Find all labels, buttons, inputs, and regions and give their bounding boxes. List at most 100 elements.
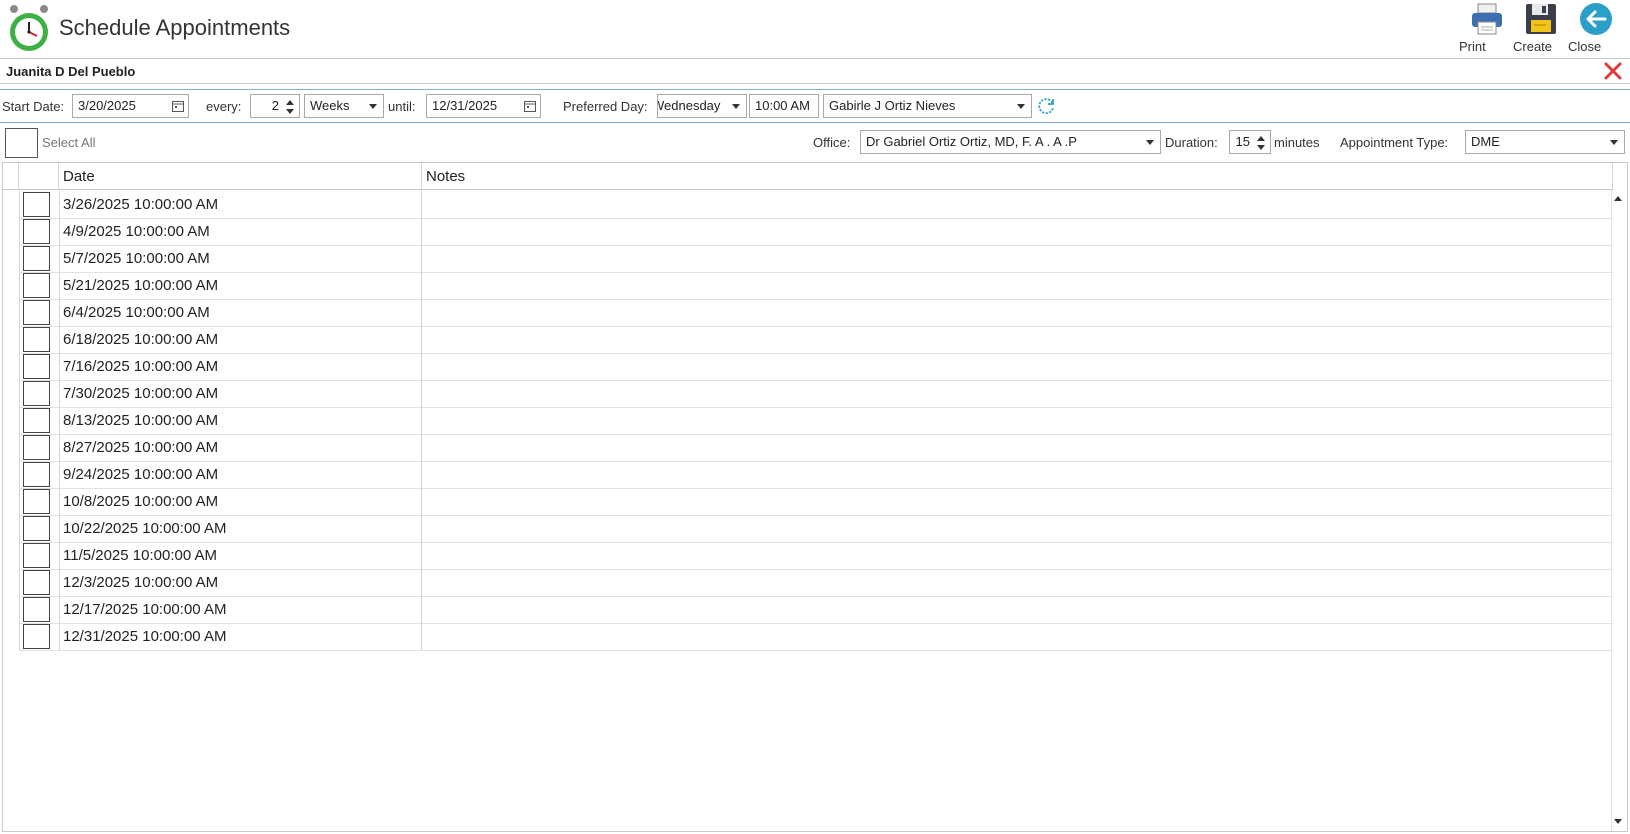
notes-cell[interactable] — [423, 596, 1613, 623]
date-cell: 9/24/2025 10:00:00 AM — [59, 461, 422, 488]
printer-icon — [1472, 3, 1502, 35]
time-field[interactable]: 10:00 AM — [749, 94, 819, 118]
table-row[interactable]: 6/18/2025 10:00:00 AM — [19, 326, 1613, 354]
calendar-icon[interactable] — [172, 100, 184, 112]
row-checkbox[interactable] — [23, 435, 50, 460]
notes-cell[interactable] — [423, 272, 1613, 299]
minutes-label: minutes — [1274, 135, 1320, 150]
separator — [0, 89, 1630, 90]
interval-unit-select[interactable]: Weeks — [304, 94, 384, 118]
table-row[interactable]: 6/4/2025 10:00:00 AM — [19, 299, 1613, 327]
row-checkbox[interactable] — [23, 300, 50, 325]
chevron-down-icon — [1146, 140, 1154, 145]
appointments-grid: Date Notes 3/26/2025 10:00:00 AM 4/9/2025… — [2, 162, 1628, 832]
table-row[interactable]: 8/27/2025 10:00:00 AM — [19, 434, 1613, 462]
notes-cell[interactable] — [423, 380, 1613, 407]
table-row[interactable]: 3/26/2025 10:00:00 AM — [19, 191, 1613, 219]
calendar-icon[interactable] — [524, 100, 536, 112]
vertical-scrollbar[interactable] — [1611, 190, 1627, 831]
date-cell: 12/31/2025 10:00:00 AM — [59, 623, 422, 650]
table-row[interactable]: 5/7/2025 10:00:00 AM — [19, 245, 1613, 273]
notes-cell[interactable] — [423, 542, 1613, 569]
notes-cell[interactable] — [423, 191, 1613, 218]
row-checkbox[interactable] — [23, 489, 50, 514]
notes-cell[interactable] — [423, 434, 1613, 461]
table-row[interactable]: 4/9/2025 10:00:00 AM — [19, 218, 1613, 246]
select-all-label: Select All — [42, 135, 96, 150]
table-row[interactable]: 7/16/2025 10:00:00 AM — [19, 353, 1613, 381]
table-row[interactable]: 12/17/2025 10:00:00 AM — [19, 596, 1613, 624]
notes-cell[interactable] — [423, 461, 1613, 488]
patient-bar: Juanita D Del Pueblo — [0, 58, 1630, 84]
table-row[interactable]: 10/22/2025 10:00:00 AM — [19, 515, 1613, 543]
appointment-type-value: DME — [1471, 134, 1500, 149]
table-row[interactable]: 8/13/2025 10:00:00 AM — [19, 407, 1613, 435]
select-all-checkbox[interactable] — [5, 128, 38, 158]
appointment-type-select[interactable]: DME — [1465, 130, 1625, 154]
office-select[interactable]: Dr Gabriel Ortiz Ortiz, MD, F. A . A .P — [860, 130, 1161, 154]
notes-cell[interactable] — [423, 245, 1613, 272]
notes-cell[interactable] — [423, 515, 1613, 542]
row-checkbox[interactable] — [23, 462, 50, 487]
duration-label: Duration: — [1165, 135, 1218, 150]
preferred-day-select[interactable]: Wednesday — [657, 94, 747, 118]
every-stepper[interactable]: 2 — [250, 94, 300, 118]
row-checkbox[interactable] — [23, 570, 50, 595]
stepper-down-icon[interactable] — [286, 109, 294, 114]
notes-cell[interactable] — [423, 488, 1613, 515]
row-checkbox[interactable] — [23, 597, 50, 622]
notes-cell[interactable] — [423, 407, 1613, 434]
create-button[interactable]: Create — [1513, 2, 1569, 54]
row-checkbox[interactable] — [23, 354, 50, 379]
office-label: Office: — [813, 135, 851, 150]
stepper-up-icon[interactable] — [1257, 136, 1265, 141]
column-header-date[interactable]: Date — [59, 163, 422, 189]
date-cell: 10/22/2025 10:00:00 AM — [59, 515, 422, 542]
date-cell: 5/7/2025 10:00:00 AM — [59, 245, 422, 272]
notes-cell[interactable] — [423, 623, 1613, 650]
scroll-up-icon[interactable] — [1614, 196, 1622, 201]
row-checkbox[interactable] — [23, 273, 50, 298]
until-date-field[interactable]: 12/31/2025 — [426, 94, 541, 118]
start-date-value: 3/20/2025 — [78, 98, 136, 113]
stepper-down-icon[interactable] — [1257, 145, 1265, 150]
close-x-icon[interactable] — [1602, 60, 1624, 82]
row-checkbox[interactable] — [23, 408, 50, 433]
grid-header: Date Notes — [3, 163, 1613, 190]
print-button[interactable]: Print — [1459, 2, 1515, 54]
row-checkbox[interactable] — [23, 624, 50, 649]
notes-cell[interactable] — [423, 299, 1613, 326]
provider-select[interactable]: Gabirle J Ortiz Nieves — [823, 94, 1032, 118]
table-row[interactable]: 11/5/2025 10:00:00 AM — [19, 542, 1613, 570]
header-indicator-cell — [3, 163, 19, 189]
notes-cell[interactable] — [423, 353, 1613, 380]
stepper-up-icon[interactable] — [286, 100, 294, 105]
start-date-field[interactable]: 3/20/2025 — [72, 94, 189, 118]
row-checkbox[interactable] — [23, 516, 50, 541]
close-button[interactable]: Close — [1568, 2, 1624, 54]
notes-cell[interactable] — [423, 326, 1613, 353]
notes-cell[interactable] — [423, 569, 1613, 596]
chevron-down-icon — [369, 104, 377, 109]
table-row[interactable]: 5/21/2025 10:00:00 AM — [19, 272, 1613, 300]
row-checkbox[interactable] — [23, 219, 50, 244]
column-header-notes[interactable]: Notes — [422, 163, 1613, 189]
row-checkbox[interactable] — [23, 327, 50, 352]
row-checkbox[interactable] — [23, 192, 50, 217]
row-checkbox[interactable] — [23, 381, 50, 406]
notes-cell[interactable] — [423, 218, 1613, 245]
duration-stepper[interactable]: 15 — [1229, 130, 1271, 154]
time-value: 10:00 AM — [755, 98, 810, 113]
date-cell: 12/3/2025 10:00:00 AM — [59, 569, 422, 596]
alarm-clock-icon — [10, 5, 48, 51]
every-label: every: — [206, 99, 242, 114]
refresh-icon[interactable] — [1038, 97, 1056, 115]
table-row[interactable]: 12/31/2025 10:00:00 AM — [19, 623, 1613, 651]
scroll-down-icon[interactable] — [1614, 819, 1622, 824]
table-row[interactable]: 7/30/2025 10:00:00 AM — [19, 380, 1613, 408]
row-checkbox[interactable] — [23, 246, 50, 271]
table-row[interactable]: 9/24/2025 10:00:00 AM — [19, 461, 1613, 489]
table-row[interactable]: 10/8/2025 10:00:00 AM — [19, 488, 1613, 516]
row-checkbox[interactable] — [23, 543, 50, 568]
table-row[interactable]: 12/3/2025 10:00:00 AM — [19, 569, 1613, 597]
